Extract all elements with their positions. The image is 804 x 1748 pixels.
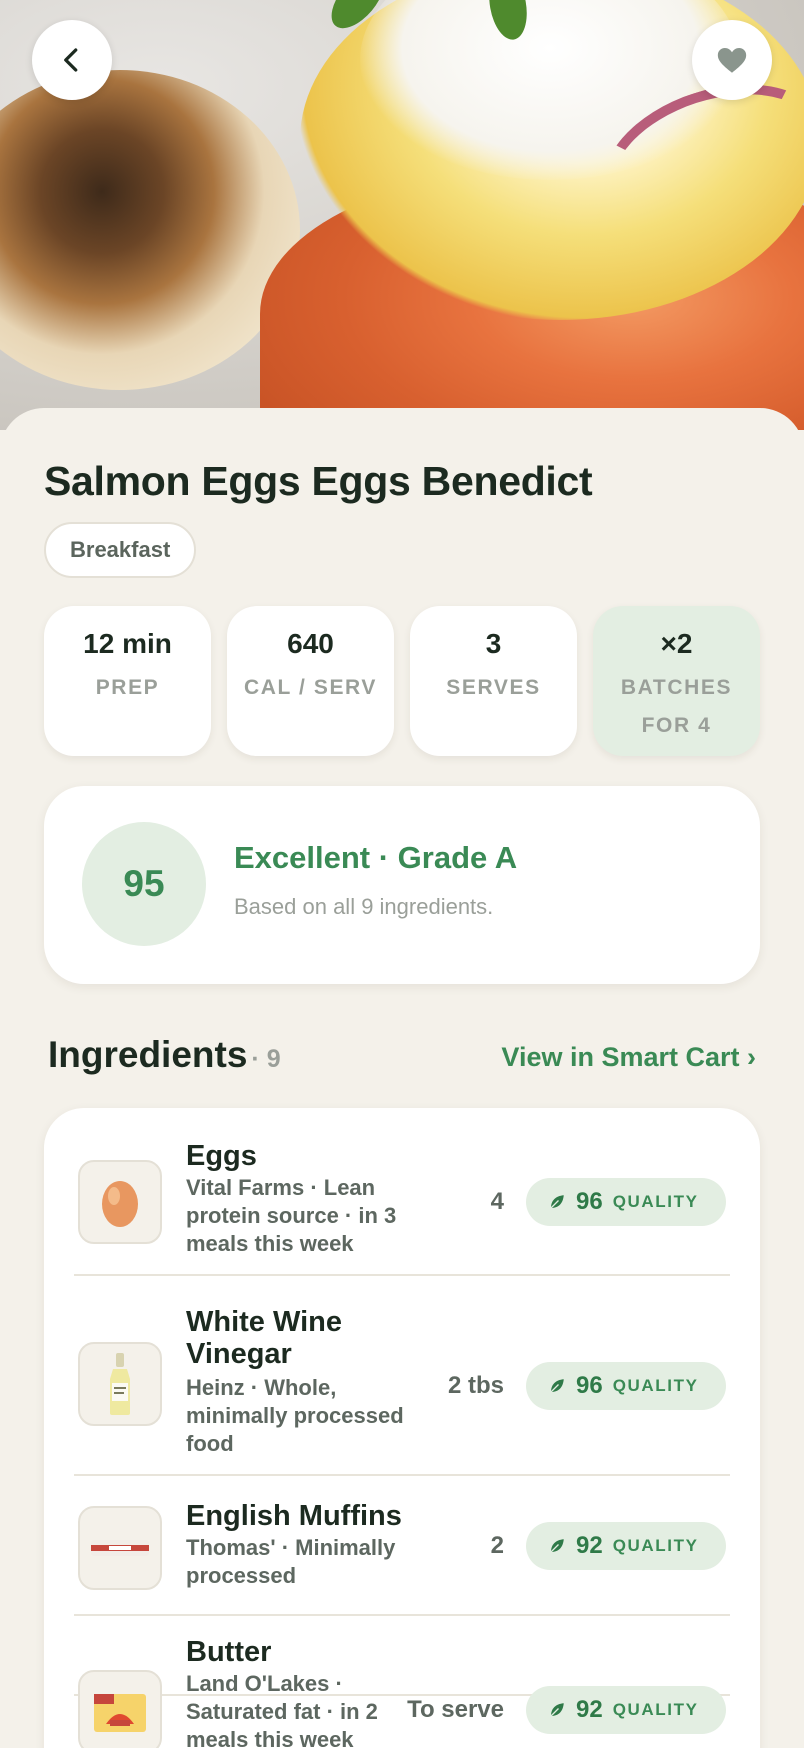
divider	[74, 1274, 730, 1276]
ingredients-heading: Ingredients · 9	[48, 1034, 281, 1076]
back-button[interactable]	[32, 20, 112, 100]
leaf-icon	[550, 1539, 564, 1553]
stat-label: PREP	[95, 676, 160, 699]
quality-score-pill[interactable]: 92 QUALITY	[526, 1522, 726, 1570]
leaf-icon	[550, 1195, 564, 1209]
score-badge: 95	[82, 822, 206, 946]
stat-label: SERVES	[446, 676, 541, 699]
recipe-detail-sheet: Salmon Eggs Eggs Benedict Breakfast 12 m…	[0, 408, 804, 1748]
ingredient-quantity: 2	[490, 1532, 504, 1559]
ingredient-thumbnail	[78, 1506, 162, 1590]
view-smart-cart-link[interactable]: View in Smart Cart ›	[501, 1042, 756, 1073]
stat-value: 12 min	[83, 628, 172, 659]
category-tag[interactable]: Breakfast	[44, 522, 197, 578]
leaf-icon	[550, 1703, 564, 1717]
ingredient-row[interactable]: English Muffins Thomas' · Minimally proc…	[44, 1476, 760, 1614]
ingredient-description: Vital Farms · Lean protein source · in 3…	[186, 1175, 397, 1256]
ingredient-thumbnail	[78, 1342, 162, 1426]
quality-label: QUALITY	[612, 1536, 699, 1555]
butter-package-icon	[94, 1694, 146, 1732]
ingredient-description: Heinz · Whole, minimally processed food	[186, 1375, 404, 1456]
score-title: Excellent · Grade A	[234, 840, 518, 875]
ingredient-name: White Wine Vinegar	[186, 1306, 343, 1370]
recipe-hero-image	[0, 0, 804, 430]
stat-label: FOR 4	[641, 714, 712, 737]
quality-score: 92	[576, 1696, 603, 1723]
ingredient-description: Land O'Lakes · Saturated fat · in 2 meal…	[186, 1671, 378, 1748]
stat-value: 3	[485, 628, 502, 659]
stat-label: CAL / SERV	[243, 676, 378, 699]
ingredient-name: Butter	[186, 1636, 272, 1668]
stat-value: ×2	[660, 628, 693, 659]
batch-multiplier-button[interactable]: ×2 BATCHES FOR 4	[593, 606, 760, 756]
egg-icon	[102, 1181, 138, 1227]
vinegar-bottle-icon	[110, 1353, 130, 1415]
recipe-title: Salmon Eggs Eggs Benedict	[44, 458, 593, 504]
leaf-icon	[550, 1379, 564, 1393]
quality-score-pill[interactable]: 96 QUALITY	[526, 1362, 726, 1410]
recipe-stats: 12 min PREP 640 CAL / SERV 3 SERVES ×2 B…	[44, 606, 760, 756]
quality-score: 96	[576, 1372, 603, 1399]
ingredient-row[interactable]: Eggs Vital Farms · Lean protein source ·…	[44, 1108, 760, 1286]
ingredients-list: Eggs Vital Farms · Lean protein source ·…	[44, 1108, 760, 1748]
ingredient-description: Thomas' · Minimally processed	[186, 1535, 396, 1588]
score-subtitle: Based on all 9 ingredients.	[234, 894, 494, 919]
muffin-graphic	[0, 70, 300, 390]
favorite-button[interactable]	[692, 20, 772, 100]
muffin-package-icon	[91, 1540, 149, 1556]
heart-icon	[717, 47, 747, 73]
health-score-card[interactable]: 95 Excellent · Grade A Based on all 9 in…	[44, 786, 760, 984]
ingredients-title: Ingredients	[48, 1034, 248, 1075]
ingredient-row[interactable]: White Wine Vinegar Heinz · Whole, minima…	[44, 1288, 760, 1486]
ingredient-row[interactable]: Butter Land O'Lakes · Saturated fat · in…	[44, 1616, 760, 1748]
stat-serves: 3 SERVES	[410, 606, 577, 756]
ingredient-quantity: To serve	[407, 1696, 504, 1723]
ingredient-name: Eggs	[186, 1140, 257, 1172]
quality-label: QUALITY	[612, 1192, 699, 1211]
stat-calories: 640 CAL / SERV	[227, 606, 394, 756]
quality-score-pill[interactable]: 92 QUALITY	[526, 1686, 726, 1734]
stat-prep: 12 min PREP	[44, 606, 211, 756]
ingredient-quantity: 2 tbs	[447, 1372, 504, 1399]
stat-label: BATCHES	[620, 676, 733, 699]
quality-label: QUALITY	[612, 1376, 699, 1395]
ingredient-name: English Muffins	[186, 1500, 402, 1532]
stat-value: 640	[287, 628, 334, 659]
ingredient-thumbnail	[78, 1670, 162, 1748]
chevron-left-icon	[64, 48, 78, 72]
quality-score: 92	[576, 1532, 603, 1559]
ingredients-count: · 9	[251, 1045, 281, 1073]
quality-score: 96	[576, 1188, 603, 1215]
ingredient-thumbnail	[78, 1160, 162, 1244]
quality-label: QUALITY	[612, 1700, 699, 1719]
quality-score-pill[interactable]: 96 QUALITY	[526, 1178, 726, 1226]
ingredient-quantity: 4	[490, 1188, 504, 1215]
